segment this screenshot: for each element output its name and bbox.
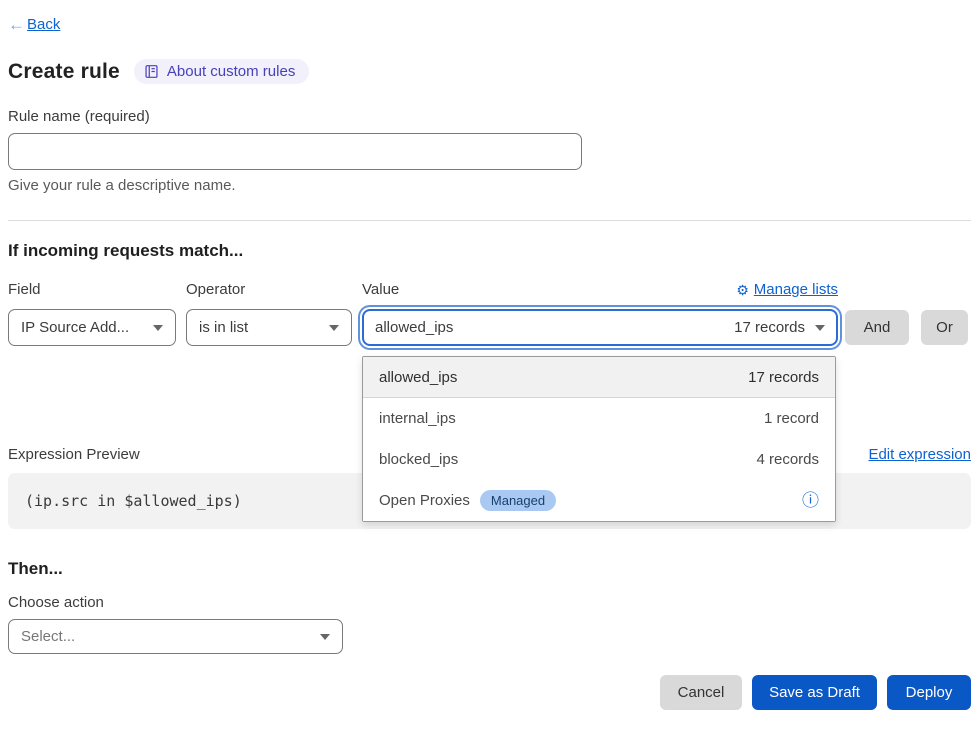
match-section-heading: If incoming requests match... (8, 241, 971, 261)
list-option-records: 1 record (764, 410, 819, 427)
manage-lists-link[interactable]: ⚙ Manage lists (736, 281, 838, 298)
footer-actions: Cancel Save as Draft Deploy (8, 675, 971, 710)
back-arrow-icon: ← (8, 16, 25, 33)
title-row: Create rule About custom rules (8, 59, 971, 84)
create-rule-page: ← Back Create rule About custom rules Ru… (0, 0, 979, 739)
back-link[interactable]: ← Back (8, 16, 60, 33)
cancel-button[interactable]: Cancel (660, 675, 742, 710)
about-custom-rules-label: About custom rules (167, 63, 295, 80)
rule-name-input[interactable] (8, 133, 582, 170)
match-labels-row: Field Operator Value ⚙ Manage lists (8, 281, 971, 298)
list-option-open-proxies[interactable]: Open Proxies Managed ⓘ (363, 480, 835, 521)
action-select-placeholder: Select... (21, 628, 75, 645)
chevron-down-icon (153, 325, 163, 331)
value-records-count: 17 records (734, 319, 805, 336)
chevron-down-icon (815, 325, 825, 331)
manage-lists-label: Manage lists (754, 281, 838, 298)
managed-badge: Managed (480, 490, 556, 511)
value-select-wrap: allowed_ips 17 records allowed_ips 17 re… (362, 309, 838, 346)
match-selects-row: IP Source Add... is in list allowed_ips … (8, 309, 971, 346)
list-option-internal-ips[interactable]: internal_ips 1 record (363, 398, 835, 439)
section-divider (8, 220, 971, 221)
info-icon[interactable]: ⓘ (802, 492, 819, 509)
field-label: Field (8, 281, 176, 298)
value-select-value: allowed_ips (375, 319, 453, 336)
rule-name-label: Rule name (required) (8, 108, 971, 125)
operator-select-value: is in list (199, 319, 248, 336)
value-select[interactable]: allowed_ips 17 records (362, 309, 838, 346)
or-button[interactable]: Or (921, 310, 968, 345)
field-select-value: IP Source Add... (21, 319, 129, 336)
chevron-down-icon (320, 634, 330, 640)
and-button[interactable]: And (845, 310, 909, 345)
list-option-records: 4 records (756, 451, 819, 468)
then-section-heading: Then... (8, 559, 971, 579)
list-option-name: allowed_ips (379, 369, 457, 386)
list-option-allowed-ips[interactable]: allowed_ips 17 records (363, 357, 835, 398)
gear-icon: ⚙ (736, 283, 749, 297)
edit-expression-link[interactable]: Edit expression (868, 446, 971, 463)
chevron-down-icon (329, 325, 339, 331)
action-select[interactable]: Select... (8, 619, 343, 654)
book-icon (144, 64, 159, 79)
about-custom-rules-link[interactable]: About custom rules (134, 59, 309, 84)
rule-name-helper: Give your rule a descriptive name. (8, 177, 971, 194)
list-option-records: 17 records (748, 369, 819, 386)
list-dropdown-menu: allowed_ips 17 records internal_ips 1 re… (362, 356, 836, 522)
expression-preview-label: Expression Preview (8, 446, 140, 463)
operator-label: Operator (186, 281, 352, 298)
list-option-blocked-ips[interactable]: blocked_ips 4 records (363, 439, 835, 480)
value-label: Value (362, 281, 399, 298)
deploy-button[interactable]: Deploy (887, 675, 971, 710)
list-option-name: Open Proxies (379, 492, 470, 509)
field-select[interactable]: IP Source Add... (8, 309, 176, 346)
back-label: Back (27, 16, 60, 33)
list-option-name: internal_ips (379, 410, 456, 427)
list-option-name: blocked_ips (379, 451, 458, 468)
save-draft-button[interactable]: Save as Draft (752, 675, 877, 710)
page-title: Create rule (8, 60, 120, 84)
choose-action-label: Choose action (8, 594, 971, 611)
expression-code: (ip.src in $allowed_ips) (25, 492, 242, 510)
operator-select[interactable]: is in list (186, 309, 352, 346)
